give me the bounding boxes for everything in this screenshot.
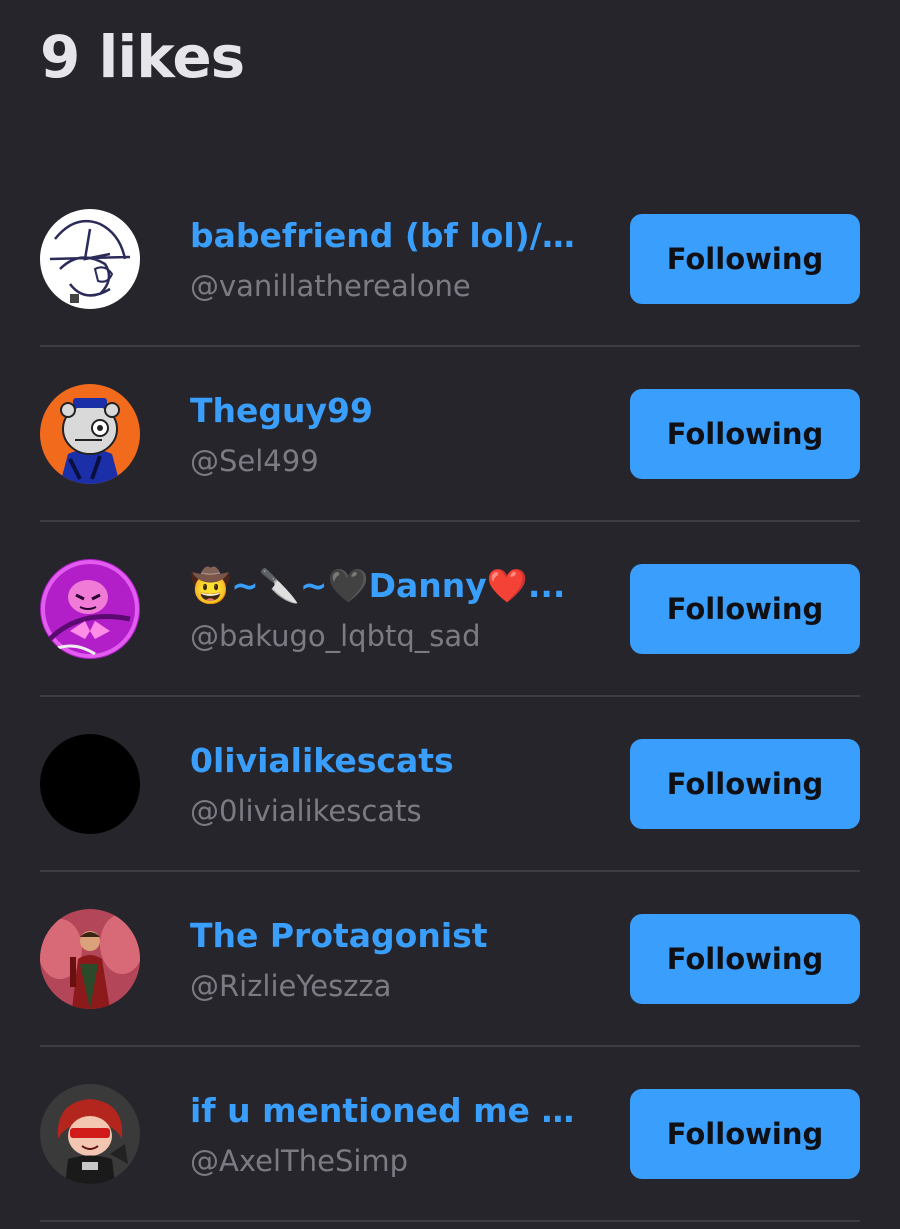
list-item: 0livialikescats @0livialikescats Followi… [40, 697, 860, 872]
following-button[interactable]: Following [630, 214, 860, 304]
user-handle: @Sel499 [190, 444, 319, 478]
user-handle: @0livialikescats [190, 794, 422, 828]
avatar[interactable] [40, 384, 140, 484]
avatar[interactable] [40, 1084, 140, 1184]
user-display-name[interactable]: 0livialikescats [190, 739, 585, 783]
list-item: Theguy99 @Sel499 Following [40, 347, 860, 522]
user-display-name[interactable]: babefriend (bf lol)/C... [190, 214, 585, 258]
list-item: The Protagonist @RizlieYeszza Following [40, 872, 860, 1047]
user-handle: @vanillatherealone [190, 269, 471, 303]
user-display-name[interactable]: if u mentioned me in... [190, 1089, 585, 1133]
avatar[interactable] [40, 209, 140, 309]
avatar[interactable] [40, 734, 140, 834]
user-handle: @bakugo_lqbtq_sad [190, 619, 481, 653]
following-button[interactable]: Following [630, 914, 860, 1004]
following-button[interactable]: Following [630, 1089, 860, 1179]
avatar[interactable] [40, 909, 140, 1009]
following-button[interactable]: Following [630, 739, 860, 829]
user-handle: @RizlieYeszza [190, 969, 392, 1003]
likes-list: babefriend (bf lol)/C... @vanillathereal… [40, 172, 860, 1222]
avatar[interactable] [40, 559, 140, 659]
user-display-name[interactable]: 🤠~🔪~🖤Danny❤️... [190, 564, 585, 608]
user-handle: @AxelTheSimp [190, 1144, 409, 1178]
list-item: if u mentioned me in... @AxelTheSimp Fol… [40, 1047, 860, 1222]
list-item: babefriend (bf lol)/C... @vanillathereal… [40, 172, 860, 347]
user-display-name[interactable]: Theguy99 [190, 389, 585, 433]
page-title: 9 likes [40, 23, 245, 91]
user-display-name[interactable]: The Protagonist [190, 914, 585, 958]
following-button[interactable]: Following [630, 389, 860, 479]
following-button[interactable]: Following [630, 564, 860, 654]
list-item: 🤠~🔪~🖤Danny❤️... @bakugo_lqbtq_sad Follow… [40, 522, 860, 697]
